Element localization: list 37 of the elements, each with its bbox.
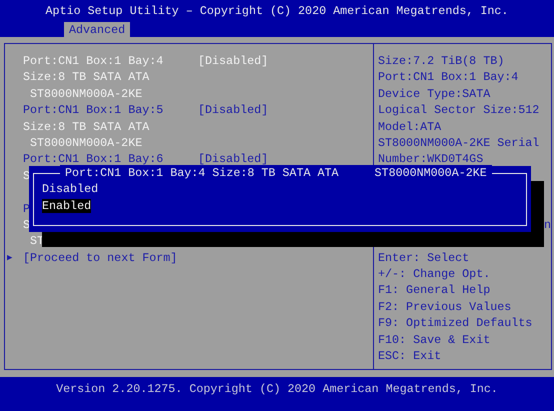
- device-info-text: Device Type:SATA: [378, 86, 490, 102]
- size-text: Size:8 TB SATA ATA: [23, 118, 150, 135]
- key-help-text: F1: General Help: [378, 282, 490, 299]
- device-info-text: Logical Sector Size:512: [378, 102, 540, 119]
- device-info-text: Model:ATA: [378, 118, 442, 135]
- setting-label[interactable]: Port:CN1 Box:1 Bay:5: [23, 102, 198, 119]
- model-text: ST: [30, 233, 44, 250]
- tab[interactable]: Advanced: [64, 22, 130, 39]
- device-info-text: Port:CN1 Box:1 Bay:4: [378, 69, 518, 86]
- window-title: Aptio Setup Utility – Copyright (C) 2020 American Megatrends, Inc.: [46, 4, 508, 18]
- setting-label[interactable]: Port:CN1 Box:1 Bay:6: [23, 151, 198, 168]
- device-info-text: Number:WKD0T4GS: [378, 151, 484, 168]
- info-text-fragment: n: [544, 216, 551, 234]
- setting-value[interactable]: [Disabled]: [198, 53, 268, 70]
- submenu-arrow-icon: ▶: [7, 250, 23, 266]
- size-text: S: [23, 168, 30, 184]
- dialog-title-model: ST8000NM000A-2KE: [374, 165, 487, 181]
- size-text: Size:8 TB SATA ATA: [23, 69, 150, 86]
- device-info-text: Size:7.2 TiB(8 TB): [378, 53, 504, 70]
- dialog-option[interactable]: Enabled: [42, 199, 92, 213]
- setting-value[interactable]: [Disabled]: [198, 102, 268, 119]
- key-help-text: F10: Save & Exit: [378, 332, 490, 348]
- dialog-title: Port:CN1 Box:1 Bay:4 Size:8 TB SATA ATA: [65, 165, 339, 181]
- version-text: Version 2.20.1275. Copyright (C) 2020 American Megatrends, Inc.: [56, 382, 498, 396]
- proceed-link[interactable]: [Proceed to next Form]: [23, 250, 178, 266]
- key-help-text: F2: Previous Values: [378, 298, 512, 316]
- dialog-option[interactable]: Disabled: [42, 182, 98, 196]
- device-info-text: ST8000NM000A-2KE Serial: [378, 134, 540, 152]
- size-text: S: [23, 216, 30, 234]
- key-help-text: F9: Optimized Defaults: [378, 315, 532, 332]
- setting-value[interactable]: [Disabled]: [198, 151, 268, 168]
- model-text: ST8000NM000A-2KE: [30, 86, 142, 102]
- key-help-text: +/-: Change Opt.: [378, 266, 490, 282]
- setting-label[interactable]: Port:CN1 Box:1 Bay:4: [23, 53, 198, 70]
- key-help-text: Enter: Select: [378, 250, 470, 266]
- model-text: ST8000NM000A-2KE: [30, 134, 142, 152]
- key-help-text: ESC: Exit: [378, 348, 442, 364]
